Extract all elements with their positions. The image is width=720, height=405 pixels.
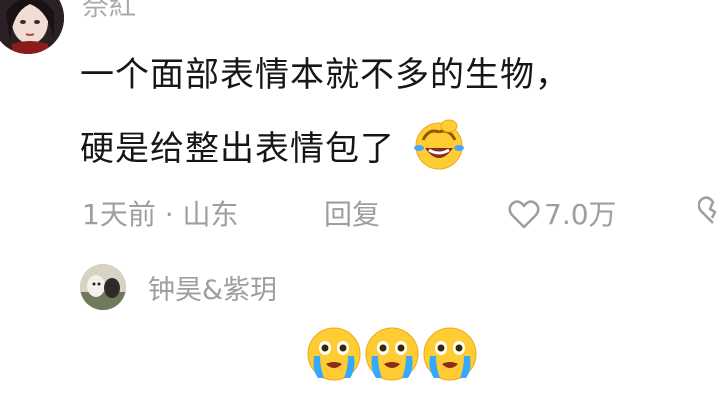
comment-text-line-2: 硬是给整出表情包了 — [80, 118, 467, 179]
comment-meta: 1天前 · 山东 — [82, 193, 239, 233]
dislike-button[interactable] — [697, 196, 720, 230]
time-location: 1天前 · 山东 — [82, 198, 239, 231]
pleading-tearful-face-emoji-icon — [365, 327, 419, 381]
reply-button[interactable]: 回复 — [324, 193, 380, 233]
pleading-tearful-face-emoji-icon — [423, 327, 477, 381]
heart-outline-icon — [508, 200, 540, 229]
reply-user-avatar[interactable] — [80, 264, 126, 310]
laughing-face-emoji-icon — [411, 118, 467, 179]
pleading-tearful-face-emoji-icon — [307, 327, 361, 381]
avatar-portrait-image — [0, 0, 64, 54]
comment-text-line-1: 一个面部表情本就不多的生物， — [80, 47, 570, 96]
avatar-photo-image — [80, 264, 126, 310]
like-count: 7.0万 — [544, 198, 617, 231]
broken-heart-icon — [697, 196, 717, 224]
like-button[interactable]: 7.0万 — [508, 193, 617, 233]
reply-content — [306, 326, 480, 386]
commenter-avatar[interactable] — [0, 0, 64, 54]
reply-username[interactable]: 钟昊&紫玥 — [148, 268, 277, 307]
commenter-username[interactable]: 奈紅 — [82, 0, 136, 23]
comment-text: 一个面部表情本就不多的生物， — [80, 55, 570, 95]
comment-text: 硬是给整出表情包了 — [80, 129, 395, 169]
